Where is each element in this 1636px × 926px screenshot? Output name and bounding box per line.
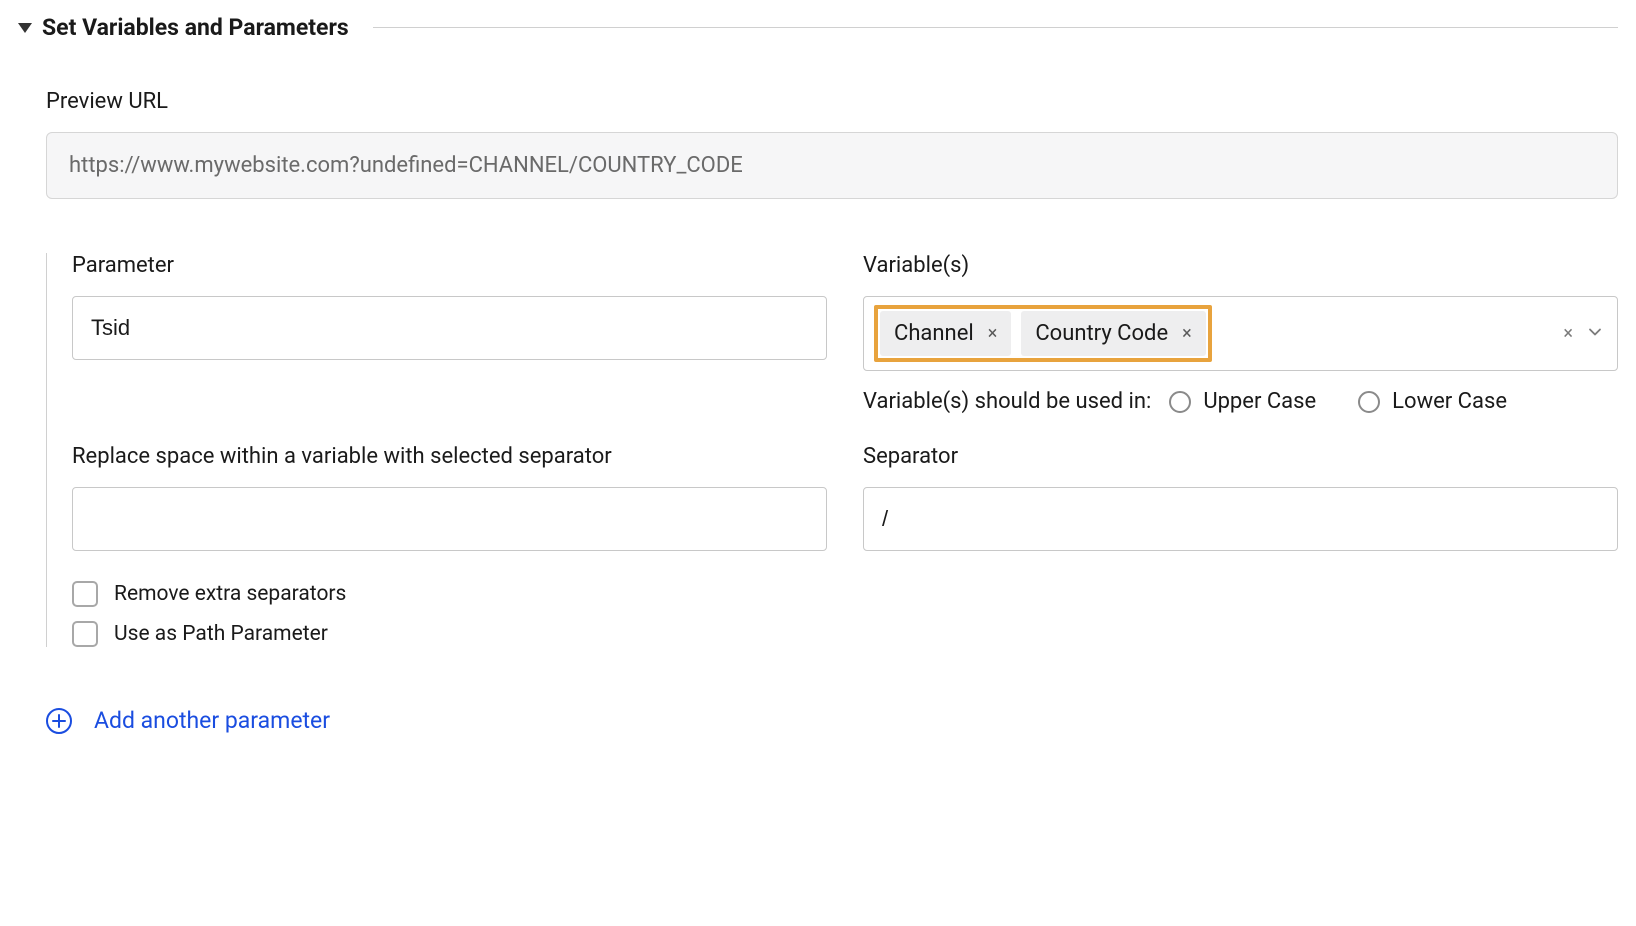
- upper-case-option[interactable]: Upper Case: [1169, 389, 1316, 414]
- lower-case-label: Lower Case: [1392, 389, 1507, 414]
- remove-extra-separators-label: Remove extra separators: [114, 582, 346, 606]
- case-radio-row: Variable(s) should be used in: Upper Cas…: [863, 389, 1618, 414]
- preview-url-label: Preview URL: [46, 89, 1618, 114]
- parameter-input[interactable]: [72, 296, 827, 360]
- section-title: Set Variables and Parameters: [42, 14, 349, 41]
- separator-column: Separator: [863, 444, 1618, 551]
- plus-circle-icon: [46, 708, 72, 734]
- remove-tag-icon[interactable]: ×: [988, 325, 998, 343]
- chevron-down-icon[interactable]: [1587, 324, 1603, 344]
- divider-line: [373, 27, 1618, 28]
- section-header[interactable]: Set Variables and Parameters: [18, 14, 1618, 41]
- remove-tag-icon[interactable]: ×: [1182, 325, 1192, 343]
- clear-all-icon[interactable]: ×: [1563, 323, 1573, 344]
- caret-down-icon: [18, 23, 32, 33]
- lower-case-option[interactable]: Lower Case: [1358, 389, 1507, 414]
- checkboxes-block: Remove extra separators Use as Path Para…: [72, 581, 1618, 647]
- use-as-path-parameter-row[interactable]: Use as Path Parameter: [72, 621, 1618, 647]
- radio-icon[interactable]: [1169, 391, 1191, 413]
- variables-label: Variable(s): [863, 253, 1618, 278]
- separator-label: Separator: [863, 444, 1618, 469]
- replace-space-column: Replace space within a variable with sel…: [72, 444, 827, 551]
- parameter-label: Parameter: [72, 253, 827, 278]
- variable-tag-channel: Channel ×: [880, 311, 1011, 356]
- checkbox-icon[interactable]: [72, 621, 98, 647]
- select-controls: ×: [1563, 323, 1603, 344]
- radio-icon[interactable]: [1358, 391, 1380, 413]
- tag-label: Country Code: [1035, 321, 1168, 346]
- parameter-column: Parameter: [72, 253, 827, 414]
- use-as-path-parameter-label: Use as Path Parameter: [114, 622, 328, 646]
- remove-extra-separators-row[interactable]: Remove extra separators: [72, 581, 1618, 607]
- preview-url-group: Preview URL https://www.mywebsite.com?un…: [46, 89, 1618, 199]
- add-parameter-button[interactable]: Add another parameter: [46, 707, 1618, 734]
- variables-select[interactable]: Channel × Country Code × ×: [863, 296, 1618, 371]
- variables-column: Variable(s) Channel × Country Code × ×: [863, 253, 1618, 414]
- parameter-section: Parameter Variable(s) Channel × Country …: [46, 253, 1618, 647]
- upper-case-label: Upper Case: [1203, 389, 1316, 414]
- preview-url-display: https://www.mywebsite.com?undefined=CHAN…: [46, 132, 1618, 199]
- replace-space-input[interactable]: [72, 487, 827, 551]
- section-left-border: [46, 253, 47, 647]
- separator-input[interactable]: [863, 487, 1618, 551]
- tag-label: Channel: [894, 321, 974, 346]
- case-label: Variable(s) should be used in:: [863, 389, 1151, 414]
- replace-space-label: Replace space within a variable with sel…: [72, 444, 827, 469]
- variable-tag-country-code: Country Code ×: [1021, 311, 1205, 356]
- variables-tag-highlight: Channel × Country Code ×: [874, 305, 1212, 362]
- add-parameter-label: Add another parameter: [94, 707, 330, 734]
- checkbox-icon[interactable]: [72, 581, 98, 607]
